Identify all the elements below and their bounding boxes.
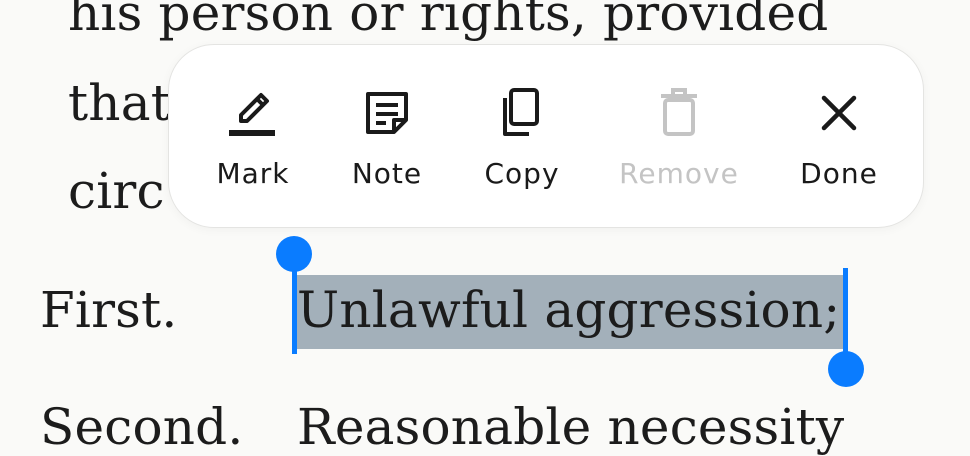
mark-label: Mark bbox=[216, 157, 290, 190]
note-icon bbox=[357, 85, 417, 141]
selected-text[interactable]: Unlawful aggression; bbox=[297, 285, 840, 335]
remove-label: Remove bbox=[619, 157, 739, 190]
copy-icon bbox=[492, 85, 552, 141]
text-line: that bbox=[68, 74, 171, 132]
highlighter-icon bbox=[223, 85, 283, 141]
remove-button[interactable]: Remove bbox=[613, 45, 745, 229]
done-label: Done bbox=[800, 157, 878, 190]
selection-end-handle[interactable] bbox=[828, 351, 864, 387]
note-button[interactable]: Note bbox=[344, 45, 430, 229]
text-line: circ bbox=[68, 162, 165, 220]
mark-button[interactable]: Mark bbox=[211, 45, 295, 229]
copy-button[interactable]: Copy bbox=[477, 45, 567, 229]
copy-label: Copy bbox=[484, 157, 560, 190]
trash-icon bbox=[649, 85, 709, 141]
list-text-second: Reasonable necessity bbox=[297, 398, 845, 456]
close-icon bbox=[809, 85, 869, 141]
selection-start-handle[interactable] bbox=[276, 236, 312, 272]
list-label-second: Second. bbox=[40, 398, 244, 456]
text-line: his person or rights, provided bbox=[68, 0, 829, 42]
selection-toolbar: Mark Note Copy Remove Done bbox=[168, 44, 924, 228]
done-button[interactable]: Done bbox=[795, 45, 883, 229]
note-label: Note bbox=[351, 157, 423, 190]
list-label-first: First. bbox=[40, 281, 178, 339]
